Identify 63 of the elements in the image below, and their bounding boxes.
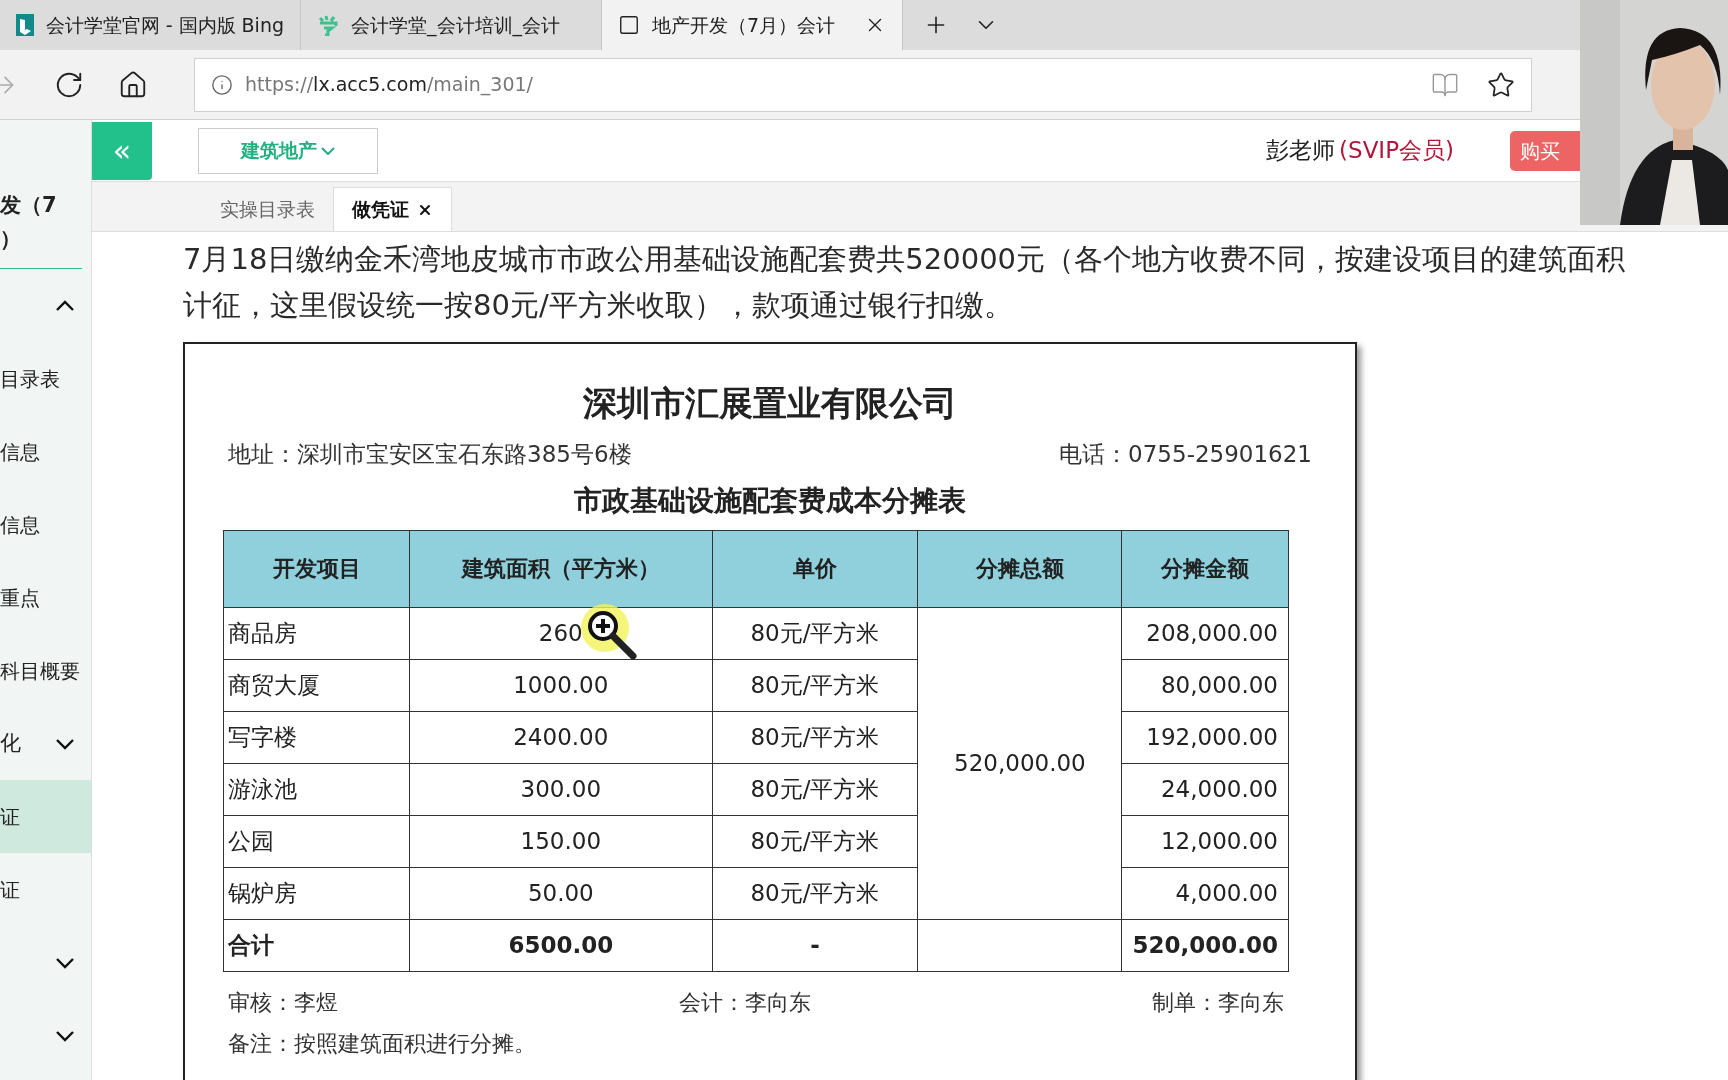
table-cell: 锅炉房: [223, 867, 410, 919]
tab-title: 会计学堂官网 - 国内版 Bing: [45, 12, 284, 38]
window-icon: [618, 14, 640, 36]
column-header: 建筑面积（平方米）: [409, 530, 713, 607]
total-cell: 6500.00: [409, 919, 713, 971]
note-text: 备注：按照建筑面积进行分摊。: [227, 1029, 537, 1058]
b-logo-icon: [16, 14, 34, 36]
page-tab[interactable]: 实操目录表: [202, 187, 333, 231]
table-cell: 2400.00: [409, 711, 713, 763]
tab-title: 会计学堂_会计培训_会计: [351, 12, 560, 39]
total-cell: -: [712, 919, 918, 971]
table-cell: 商贸大厦: [223, 659, 410, 711]
table-cell: 12,000.00: [1122, 815, 1289, 867]
signature-text: 会计：李向东: [679, 988, 811, 1017]
info-icon: [211, 73, 233, 96]
sidebar-title: 发（7 ）: [0, 180, 82, 269]
table-cell: 4,000.00: [1122, 867, 1289, 919]
column-header: 单价: [712, 530, 918, 607]
column-header: 开发项目: [223, 530, 410, 607]
page-tab[interactable]: 做凭证: [333, 187, 452, 231]
table-title: 市政基础设施配套费成本分摊表: [573, 482, 967, 519]
sidebar-item[interactable]: 重点: [0, 561, 91, 634]
sidebar-item[interactable]: 信息: [0, 415, 91, 488]
table-cell: 写字楼: [223, 711, 410, 763]
table-cell: 公园: [223, 815, 410, 867]
user-name: 彭老师: [1266, 136, 1336, 166]
favorite-icon[interactable]: [1487, 70, 1515, 99]
signature-text: 审核：李煜: [228, 988, 338, 1017]
table-cell: 游泳池: [223, 763, 410, 815]
url-text: https://lx.acc5.com/main_301/: [245, 72, 533, 98]
table-cell: 150.00: [409, 815, 713, 867]
membership-label: (SVIP会员): [1339, 136, 1454, 166]
table-cell: 24,000.00: [1122, 763, 1289, 815]
table-cell: 260: [409, 607, 713, 659]
table-cell: 1000.00: [409, 659, 713, 711]
address-field[interactable]: https://lx.acc5.com/main_301/: [194, 57, 1532, 112]
total-cell: 合计: [223, 919, 410, 971]
sidebar-item[interactable]: 科目概要: [0, 634, 91, 707]
home-icon[interactable]: [118, 69, 148, 100]
total-cell: 520,000.00: [1122, 919, 1289, 971]
sidebar-item[interactable]: 目录表: [0, 342, 91, 415]
address-text: 地址：深圳市宝安区宝石东路385号6楼: [228, 440, 632, 469]
sidebar-item[interactable]: 证: [0, 780, 91, 853]
table-cell: 520,000.00: [917, 607, 1122, 919]
tab-title: 地产开发（7月）会计: [652, 12, 836, 38]
table-cell: 80,000.00: [1122, 659, 1289, 711]
company-name: 深圳市汇展置业有限公司: [582, 382, 958, 425]
column-header: 分摊总额: [917, 530, 1122, 607]
table-cell: 192,000.00: [1122, 711, 1289, 763]
table-cell: 商品房: [223, 607, 410, 659]
browser-tab[interactable]: 地产开发（7月）会计: [602, 0, 903, 50]
question-text: 7月18日缴纳金禾湾地皮城市市政公用基础设施配套费共520000元（各个地方收费不同，按建设项目的建筑面积计征，这里假设统一按80元/平方米收取），款项通过银行扣缴。: [183, 241, 1627, 324]
signature-text: 制单：李向东: [1152, 988, 1284, 1017]
table-cell: 300.00: [409, 763, 713, 815]
column-header: 分摊金额: [1122, 530, 1289, 607]
table-cell: 208,000.00: [1122, 607, 1289, 659]
sidebar-item[interactable]: 信息: [0, 488, 91, 561]
sidebar-group[interactable]: 化: [0, 707, 91, 780]
table-cell: 80元/平方米: [712, 607, 918, 659]
caret-icon: [321, 146, 335, 155]
phone-text: 电话：0755-25901621: [1059, 440, 1312, 469]
table-cell: 50.00: [409, 867, 713, 919]
sidebar-item[interactable]: 证: [0, 853, 91, 926]
